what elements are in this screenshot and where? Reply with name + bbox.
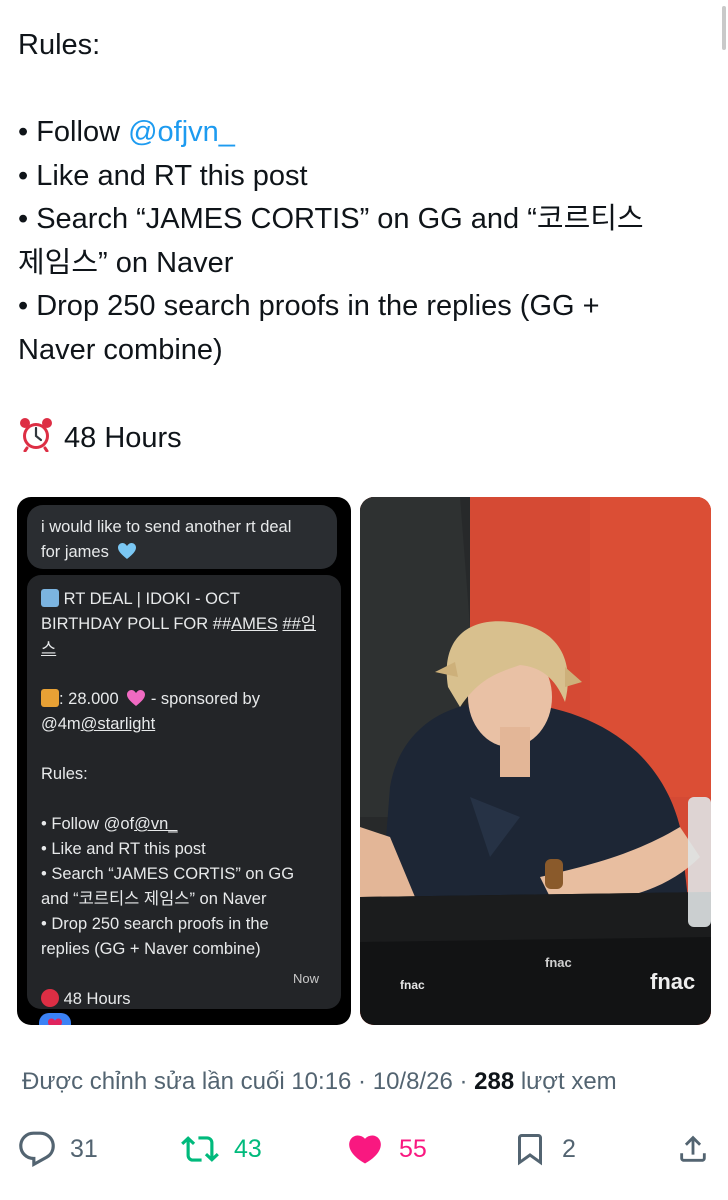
tweet-meta: Được chỉnh sửa lần cuối 10:16 · 10/8/26 … <box>22 1068 617 1095</box>
repost-button[interactable]: 43 <box>180 1125 262 1173</box>
table-text: fnac <box>400 978 425 992</box>
tweet-line: • Like and RT this post <box>18 159 308 192</box>
alarm-clock-icon <box>20 417 52 452</box>
tweet-line: Rules: <box>18 29 101 61</box>
deal-message: RT DEAL | IDOKI - OCT BIRTHDAY POLL FOR … <box>27 575 341 1009</box>
views-label: lượt xem <box>520 1068 617 1095</box>
heart-icon <box>349 1135 381 1164</box>
action-bar: 31 43 55 2 <box>0 1125 728 1173</box>
timestamp[interactable]: 10:16 · 10/8/26 <box>291 1068 452 1095</box>
share-icon <box>680 1135 706 1162</box>
alarm-clock-icon <box>41 989 59 1007</box>
media-photo[interactable]: fnac fnac fnac <box>360 497 711 1025</box>
repost-count: 43 <box>234 1134 262 1163</box>
reply-button[interactable]: 31 <box>18 1125 98 1173</box>
like-count: 55 <box>399 1134 427 1163</box>
table-text: fnac <box>545 955 572 970</box>
tweet-line: • Drop 250 search proofs in the replies … <box>18 290 600 322</box>
mention-link[interactable]: @ofjvn_ <box>128 116 235 148</box>
media-screenshot[interactable]: i would like to send another rt deal for… <box>17 497 351 1025</box>
share-button[interactable] <box>676 1125 724 1173</box>
table-text: fnac <box>650 969 695 994</box>
box-icon <box>41 589 59 607</box>
bookmark-button[interactable]: 2 <box>512 1125 576 1173</box>
message-bubble: i would like to send another rt deal for… <box>27 505 337 569</box>
tweet-text: Rules: • Follow @ofjvn_ • Like and RT th… <box>18 24 708 460</box>
views-count: 288 <box>474 1068 515 1095</box>
reply-count: 31 <box>70 1134 98 1163</box>
blue-heart-icon <box>118 543 137 559</box>
bookmark-icon <box>518 1134 542 1166</box>
tweet-line: Naver combine) <box>18 333 223 366</box>
edited-label[interactable]: Được chỉnh sửa lần cuối <box>22 1068 285 1095</box>
reply-icon <box>19 1131 55 1168</box>
repost-icon <box>181 1136 219 1162</box>
bookmark-count: 2 <box>562 1134 576 1163</box>
tweet-line: • Search “JAMES CORTIS” on GG and “코르티스 <box>18 203 644 235</box>
like-button[interactable]: 55 <box>345 1125 427 1173</box>
pink-heart-icon <box>127 690 146 706</box>
tweet-line: 48 Hours <box>18 416 708 461</box>
scrollbar[interactable] <box>722 6 726 50</box>
tweet-line: • Follow @ofjvn_ <box>18 116 235 148</box>
tweet-line: 제임스” on Naver <box>18 246 234 279</box>
chat-screenshot: i would like to send another rt deal for… <box>17 497 351 1025</box>
message-time: Now <box>292 971 319 986</box>
photo-image: fnac fnac fnac <box>360 497 711 1025</box>
gift-icon <box>41 689 59 707</box>
heart-reaction-icon <box>39 1013 71 1025</box>
